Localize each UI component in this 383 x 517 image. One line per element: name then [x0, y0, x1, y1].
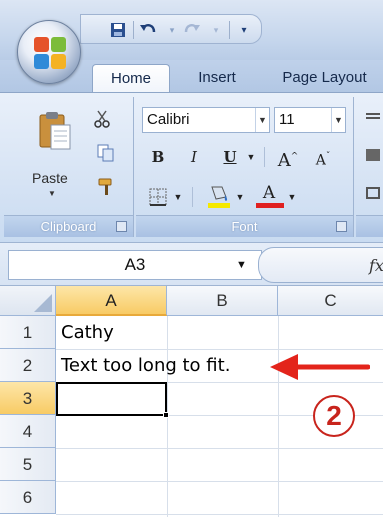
- clipboard-group-label: Clipboard: [4, 215, 133, 237]
- font-color-swatch: [256, 203, 284, 208]
- clipboard-dialog-launcher[interactable]: [116, 221, 127, 232]
- office-button[interactable]: [17, 20, 81, 84]
- name-box-value: A3: [124, 255, 146, 274]
- underline-dropdown-icon[interactable]: ▼: [244, 145, 258, 169]
- name-box-dropdown-icon[interactable]: ▼: [236, 259, 247, 271]
- bold-button[interactable]: B: [148, 145, 168, 169]
- insert-function-button[interactable]: fx: [369, 256, 383, 275]
- font-color-button[interactable]: A: [256, 181, 282, 203]
- annotation-arrow: [270, 354, 370, 380]
- borders-dropdown-icon[interactable]: ▼: [172, 185, 184, 209]
- font-name-combo[interactable]: Calibri ▼: [142, 107, 270, 133]
- ribbon: Paste ▼ Clipboard Calibri ▼ 11 ▼ B I U ▼…: [0, 92, 383, 242]
- paste-dropdown-icon[interactable]: ▼: [48, 189, 56, 198]
- row-header-6[interactable]: 6: [0, 481, 56, 514]
- step-callout: 2: [313, 395, 355, 437]
- indent-icon[interactable]: [366, 187, 380, 199]
- font-size-dropdown-icon[interactable]: ▼: [331, 108, 345, 132]
- tab-insert[interactable]: Insert: [182, 64, 252, 92]
- formula-bar-handle[interactable]: [258, 247, 383, 283]
- column-header-b[interactable]: B: [167, 286, 278, 316]
- tab-home[interactable]: Home: [92, 64, 170, 92]
- quick-access-toolbar: ▾ ▾ ▾: [80, 14, 262, 44]
- redo-icon[interactable]: [181, 19, 203, 41]
- cut-icon[interactable]: [92, 109, 112, 129]
- office-logo-icon: [34, 37, 66, 69]
- formula-bar: A3 ▼ fx: [0, 242, 383, 286]
- italic-button[interactable]: I: [184, 145, 204, 169]
- save-icon[interactable]: [107, 19, 129, 41]
- fill-color-icon[interactable]: [206, 183, 232, 209]
- fill-handle[interactable]: [163, 412, 169, 418]
- shrink-font-label: A: [315, 152, 326, 169]
- customize-qat-icon[interactable]: ▾: [233, 19, 255, 41]
- cell-a2[interactable]: Text too long to fit.: [61, 349, 230, 382]
- font-dialog-launcher[interactable]: [336, 221, 347, 232]
- font-group-label: Font: [136, 215, 353, 237]
- fill-color-dropdown-icon[interactable]: ▼: [234, 185, 246, 209]
- select-all-button[interactable]: [0, 286, 56, 316]
- row-header-5[interactable]: 5: [0, 448, 56, 481]
- paste-button[interactable]: Paste: [32, 170, 68, 186]
- shrink-font-button[interactable]: Aˇ: [312, 145, 334, 169]
- font-size-combo[interactable]: 11 ▼: [274, 107, 346, 133]
- font-name-value: Calibri: [147, 111, 190, 128]
- clipboard-group: Paste ▼ Clipboard: [4, 97, 134, 237]
- font-size-value: 11: [279, 111, 295, 128]
- row-header-4[interactable]: 4: [0, 415, 56, 448]
- paste-icon[interactable]: [38, 111, 72, 151]
- column-header-a[interactable]: A: [56, 286, 167, 316]
- redo-dropdown-icon[interactable]: ▾: [205, 19, 227, 41]
- column-header-c[interactable]: C: [278, 286, 383, 316]
- alignment-group: [356, 97, 383, 237]
- undo-dropdown-icon[interactable]: ▾: [161, 19, 183, 41]
- borders-icon[interactable]: [148, 187, 168, 207]
- font-color-dropdown-icon[interactable]: ▼: [286, 185, 298, 209]
- grow-font-label: A: [277, 150, 291, 171]
- cell-a1[interactable]: Cathy: [61, 316, 114, 349]
- font-name-dropdown-icon[interactable]: ▼: [255, 108, 269, 132]
- row-header-3[interactable]: 3: [0, 382, 56, 415]
- tab-page-layout[interactable]: Page Layout: [266, 64, 383, 92]
- grow-font-button[interactable]: A^: [276, 145, 300, 171]
- font-group: Calibri ▼ 11 ▼ B I U ▼ A^ Aˇ ▼ ▼ A ▼ Fon…: [136, 97, 354, 237]
- underline-button[interactable]: U: [220, 145, 240, 169]
- row-header-2[interactable]: 2: [0, 349, 56, 382]
- cell-a3[interactable]: [56, 382, 167, 416]
- row-header-1[interactable]: 1: [0, 316, 56, 349]
- undo-icon[interactable]: [137, 19, 159, 41]
- name-box[interactable]: A3: [8, 250, 262, 280]
- align-icon[interactable]: [366, 149, 380, 161]
- format-painter-icon[interactable]: [96, 177, 116, 197]
- copy-icon[interactable]: [96, 143, 116, 163]
